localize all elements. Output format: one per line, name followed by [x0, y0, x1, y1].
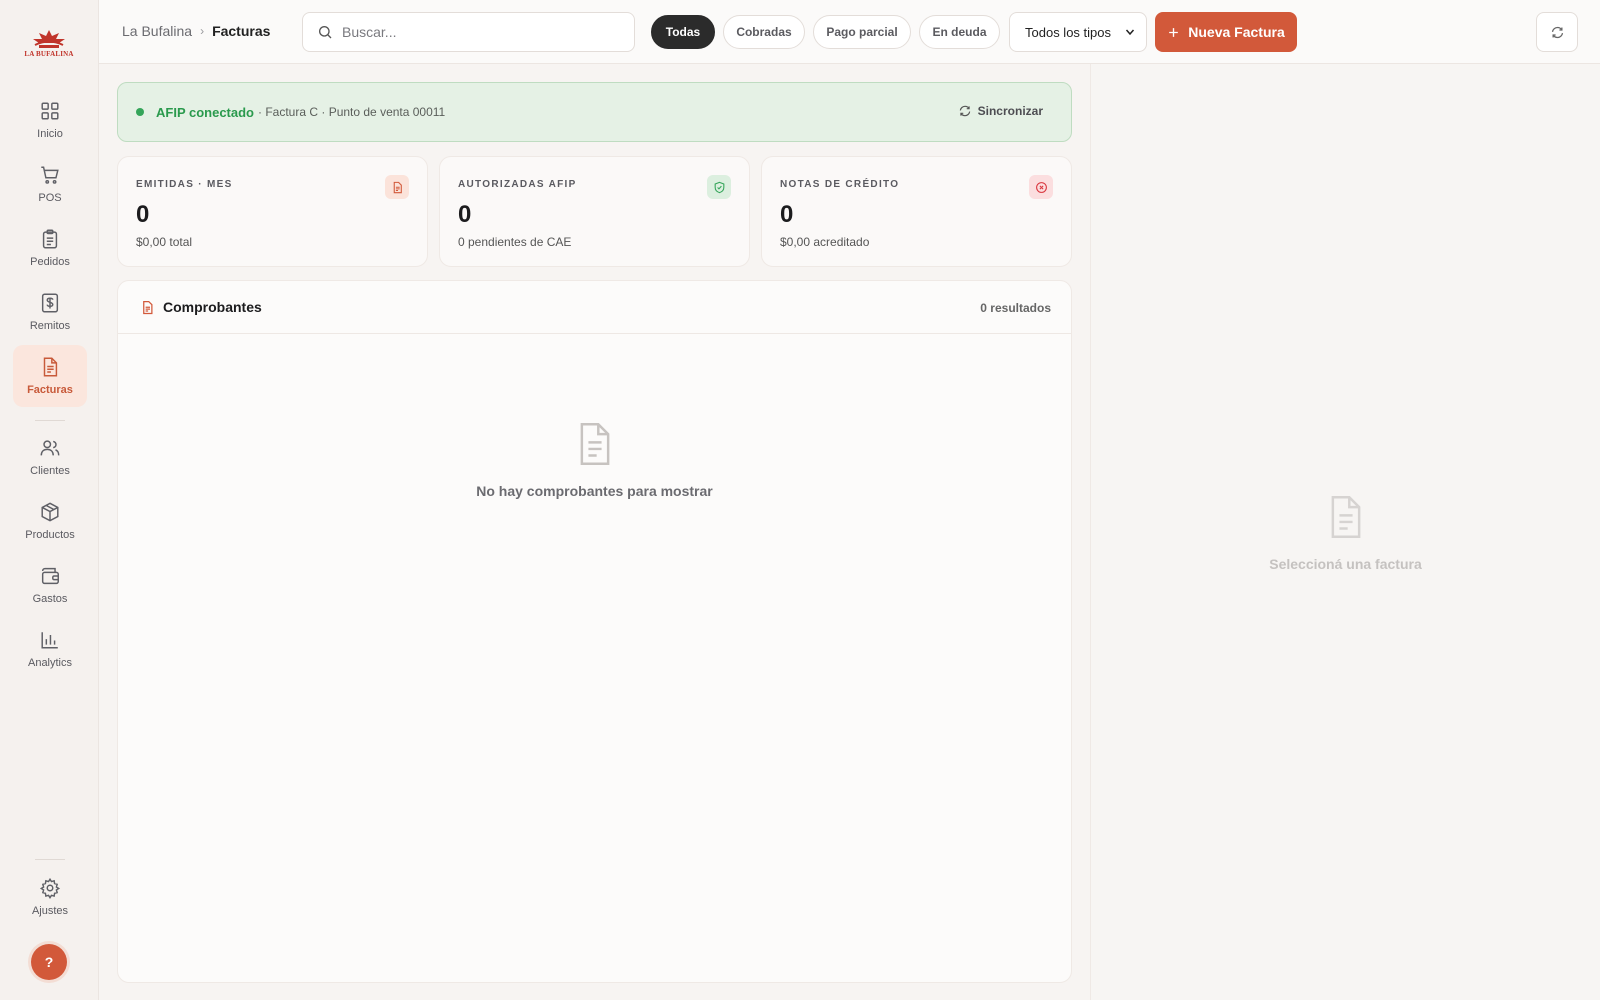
topbar: La Bufalina › Facturas Todas Cobradas Pa… [99, 0, 1600, 64]
filter-todas[interactable]: Todas [651, 15, 715, 49]
status-dot [136, 108, 144, 116]
sidebar-item-label: Inicio [37, 128, 63, 140]
sidebar-item-pos[interactable]: POS [13, 153, 87, 215]
x-circle-icon [1035, 181, 1047, 193]
detail-empty-state: Seleccioná una factura [1091, 494, 1600, 572]
sidebar-item-remitos[interactable]: Remitos [13, 281, 87, 343]
kpi-value: 0 [458, 201, 472, 228]
filter-cobradas[interactable]: Cobradas [723, 15, 805, 49]
logo-mark-icon [33, 30, 65, 48]
afip-status-bar: AFIP conectado · Factura C · Punto de ve… [117, 82, 1072, 142]
sidebar-item-ajustes[interactable]: Ajustes [13, 866, 87, 928]
sidebar-item-label: Clientes [30, 465, 70, 477]
sidebar-item-pedidos[interactable]: Pedidos [13, 217, 87, 279]
kpi-value: 0 [136, 201, 150, 228]
kpi-subtitle: $0,00 total [136, 235, 193, 249]
kpi-value: 0 [780, 201, 794, 228]
type-select[interactable]: Todos los tipos [1009, 12, 1147, 52]
kpi-card-emitidas: EMITIDAS · MES 0 $0,00 total [117, 156, 428, 267]
sidebar-item-label: Facturas [27, 384, 73, 396]
empty-state-text: No hay comprobantes para mostrar [476, 483, 713, 499]
search-input[interactable] [342, 24, 634, 40]
kpi-card-notas-credito: NOTAS DE CRÉDITO 0 $0,00 acreditado [761, 156, 1072, 267]
sidebar-item-inicio[interactable]: Inicio [13, 89, 87, 151]
sidebar-item-label: Remitos [29, 320, 71, 332]
wallet-icon [41, 567, 59, 585]
dollar-receipt-icon [41, 293, 59, 313]
users-icon [40, 440, 60, 456]
kpi-title: EMITIDAS · MES [136, 179, 233, 190]
sidebar-item-clientes[interactable]: Clientes [13, 426, 87, 488]
logo-text: LA BUFALINA [24, 50, 74, 58]
sidebar-item-label: Pedidos [30, 256, 70, 268]
sidebar-item-label: Gastos [32, 593, 68, 605]
sidebar: LA BUFALINA Inicio POS Pedidos Remitos F… [0, 0, 99, 1000]
invoice-icon [43, 357, 58, 377]
kpi-badge [707, 175, 731, 199]
type-select-value: Todos los tipos [1025, 24, 1111, 40]
invoice-icon [393, 181, 402, 193]
document-icon [580, 423, 609, 465]
panel-title: Comprobantes [163, 299, 262, 315]
sync-button[interactable]: Sincronizar [958, 104, 1043, 118]
search-box [302, 12, 635, 52]
empty-state: No hay comprobantes para mostrar [118, 421, 1071, 499]
sidebar-item-productos[interactable]: Productos [13, 490, 87, 552]
kpi-subtitle: $0,00 acreditado [780, 235, 870, 249]
kpi-card-autorizadas: AUTORIZADAS AFIP 0 0 pendientes de CAE [439, 156, 750, 267]
chevron-down-icon [1125, 29, 1135, 36]
sidebar-item-label: Ajustes [31, 905, 69, 917]
breadcrumb-separator: › [200, 24, 205, 38]
breadcrumb: La Bufalina › Facturas [122, 23, 270, 39]
sidebar-divider [35, 859, 65, 860]
new-invoice-label: Nueva Factura [1188, 24, 1285, 40]
new-invoice-button[interactable]: Nueva Factura [1155, 12, 1297, 52]
afip-detail: · Factura C · Punto de venta 00011 [258, 105, 446, 119]
kpi-subtitle: 0 pendientes de CAE [458, 235, 572, 249]
sidebar-item-label: Productos [25, 529, 75, 541]
grid-icon [41, 102, 59, 120]
clipboard-icon [42, 229, 58, 249]
sidebar-item-label: Analytics [27, 657, 73, 669]
invoice-icon [143, 300, 153, 314]
filter-en-deuda[interactable]: En deuda [919, 15, 1000, 49]
sync-label: Sincronizar [977, 104, 1043, 118]
breadcrumb-current: Facturas [212, 23, 271, 39]
panel-header: Comprobantes 0 resultados [118, 281, 1071, 334]
sync-icon [959, 105, 970, 117]
sidebar-item-gastos[interactable]: Gastos [13, 554, 87, 616]
sidebar-item-analytics[interactable]: Analytics [13, 618, 87, 680]
shield-check-icon [714, 181, 724, 193]
refresh-icon [1551, 26, 1563, 38]
help-button[interactable]: ? [31, 944, 67, 980]
search-icon [319, 26, 332, 39]
results-count: 0 resultados [980, 301, 1051, 315]
brand-logo[interactable]: LA BUFALINA [24, 28, 74, 62]
comprobantes-panel: Comprobantes 0 resultados No hay comprob… [117, 280, 1072, 983]
invoice-detail-panel: Seleccioná una factura [1090, 64, 1600, 1000]
sidebar-item-label: POS [38, 192, 62, 204]
plus-icon [1169, 27, 1179, 37]
kpi-badge [1029, 175, 1053, 199]
gear-icon [39, 877, 61, 899]
refresh-button[interactable] [1536, 12, 1578, 52]
bar-chart-icon [41, 632, 58, 649]
detail-empty-text: Seleccioná una factura [1269, 556, 1422, 572]
kpi-badge [385, 175, 409, 199]
document-icon [1331, 496, 1360, 538]
afip-status: AFIP conectado [156, 104, 255, 120]
breadcrumb-root[interactable]: La Bufalina [122, 23, 192, 39]
cart-icon [41, 166, 59, 184]
kpi-title: AUTORIZADAS AFIP [458, 179, 577, 190]
sidebar-divider [35, 420, 65, 421]
kpi-title: NOTAS DE CRÉDITO [780, 179, 900, 190]
filter-pago-parcial[interactable]: Pago parcial [813, 15, 911, 49]
sidebar-item-facturas[interactable]: Facturas [13, 345, 87, 407]
box-icon [41, 502, 59, 522]
